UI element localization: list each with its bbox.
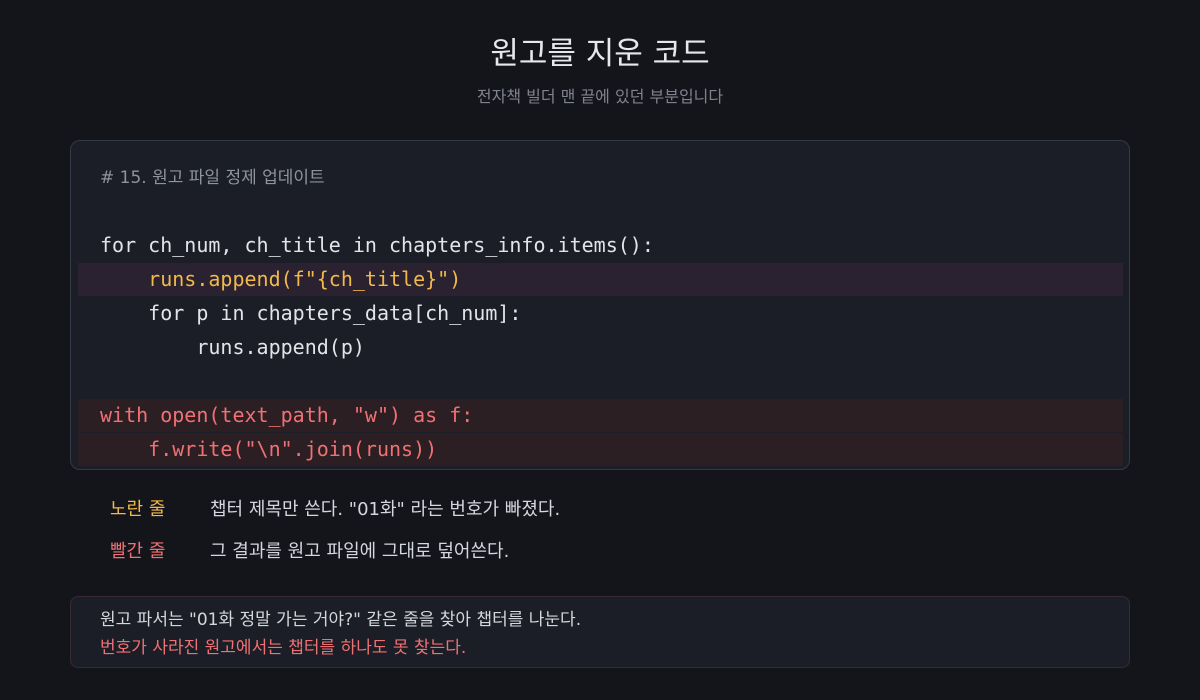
code-line-1: for ch_num, ch_title in chapters_info.it… — [78, 229, 1123, 262]
code-comment: # 15. 원고 파일 정제 업데이트 — [100, 168, 325, 188]
code-line-2-highlight-yellow: runs.append(f"{ch_title}") — [78, 263, 1123, 296]
page-subtitle: 전자책 빌더 맨 끝에 있던 부분입니다 — [476, 87, 724, 106]
note-line-2: 번호가 사라진 원고에서는 챕터를 하나도 못 찾는다. — [100, 638, 467, 658]
page: 원고를 지운 코드 전자책 빌더 맨 끝에 있던 부분입니다 # 15. 원고 … — [0, 0, 1200, 700]
legend-yellow-label: 노란 줄 — [110, 499, 166, 520]
code-line-4: runs.append(p) — [78, 331, 1123, 364]
code-line-text: for p in chapters_data[ch_num]: — [100, 301, 522, 325]
note-line-1: 원고 파서는 "01화 정말 가는 거야?" 같은 줄을 찾아 챕터를 나눈다. — [100, 610, 582, 630]
legend-red-text: 그 결과를 원고 파일에 그대로 덮어쓴다. — [210, 541, 510, 562]
code-line-text: runs.append(f"{ch_title}") — [100, 267, 462, 291]
page-title: 원고를 지운 코드 — [490, 36, 710, 72]
code-line-3: for p in chapters_data[ch_num]: — [78, 297, 1123, 330]
code-line-text: f.write("\n".join(runs)) — [100, 437, 438, 461]
legend-red-label: 빨간 줄 — [110, 541, 166, 562]
code-line-text: for ch_num, ch_title in chapters_info.it… — [100, 233, 654, 257]
code-line-text: runs.append(p) — [100, 335, 365, 359]
code-line-6-highlight-red: with open(text_path, "w") as f: — [78, 399, 1123, 432]
code-line-7-highlight-red: f.write("\n".join(runs)) — [78, 433, 1123, 466]
legend-yellow-text: 챕터 제목만 쓴다. "01화" 라는 번호가 빠졌다. — [210, 499, 561, 520]
code-line-text: with open(text_path, "w") as f: — [100, 403, 474, 427]
